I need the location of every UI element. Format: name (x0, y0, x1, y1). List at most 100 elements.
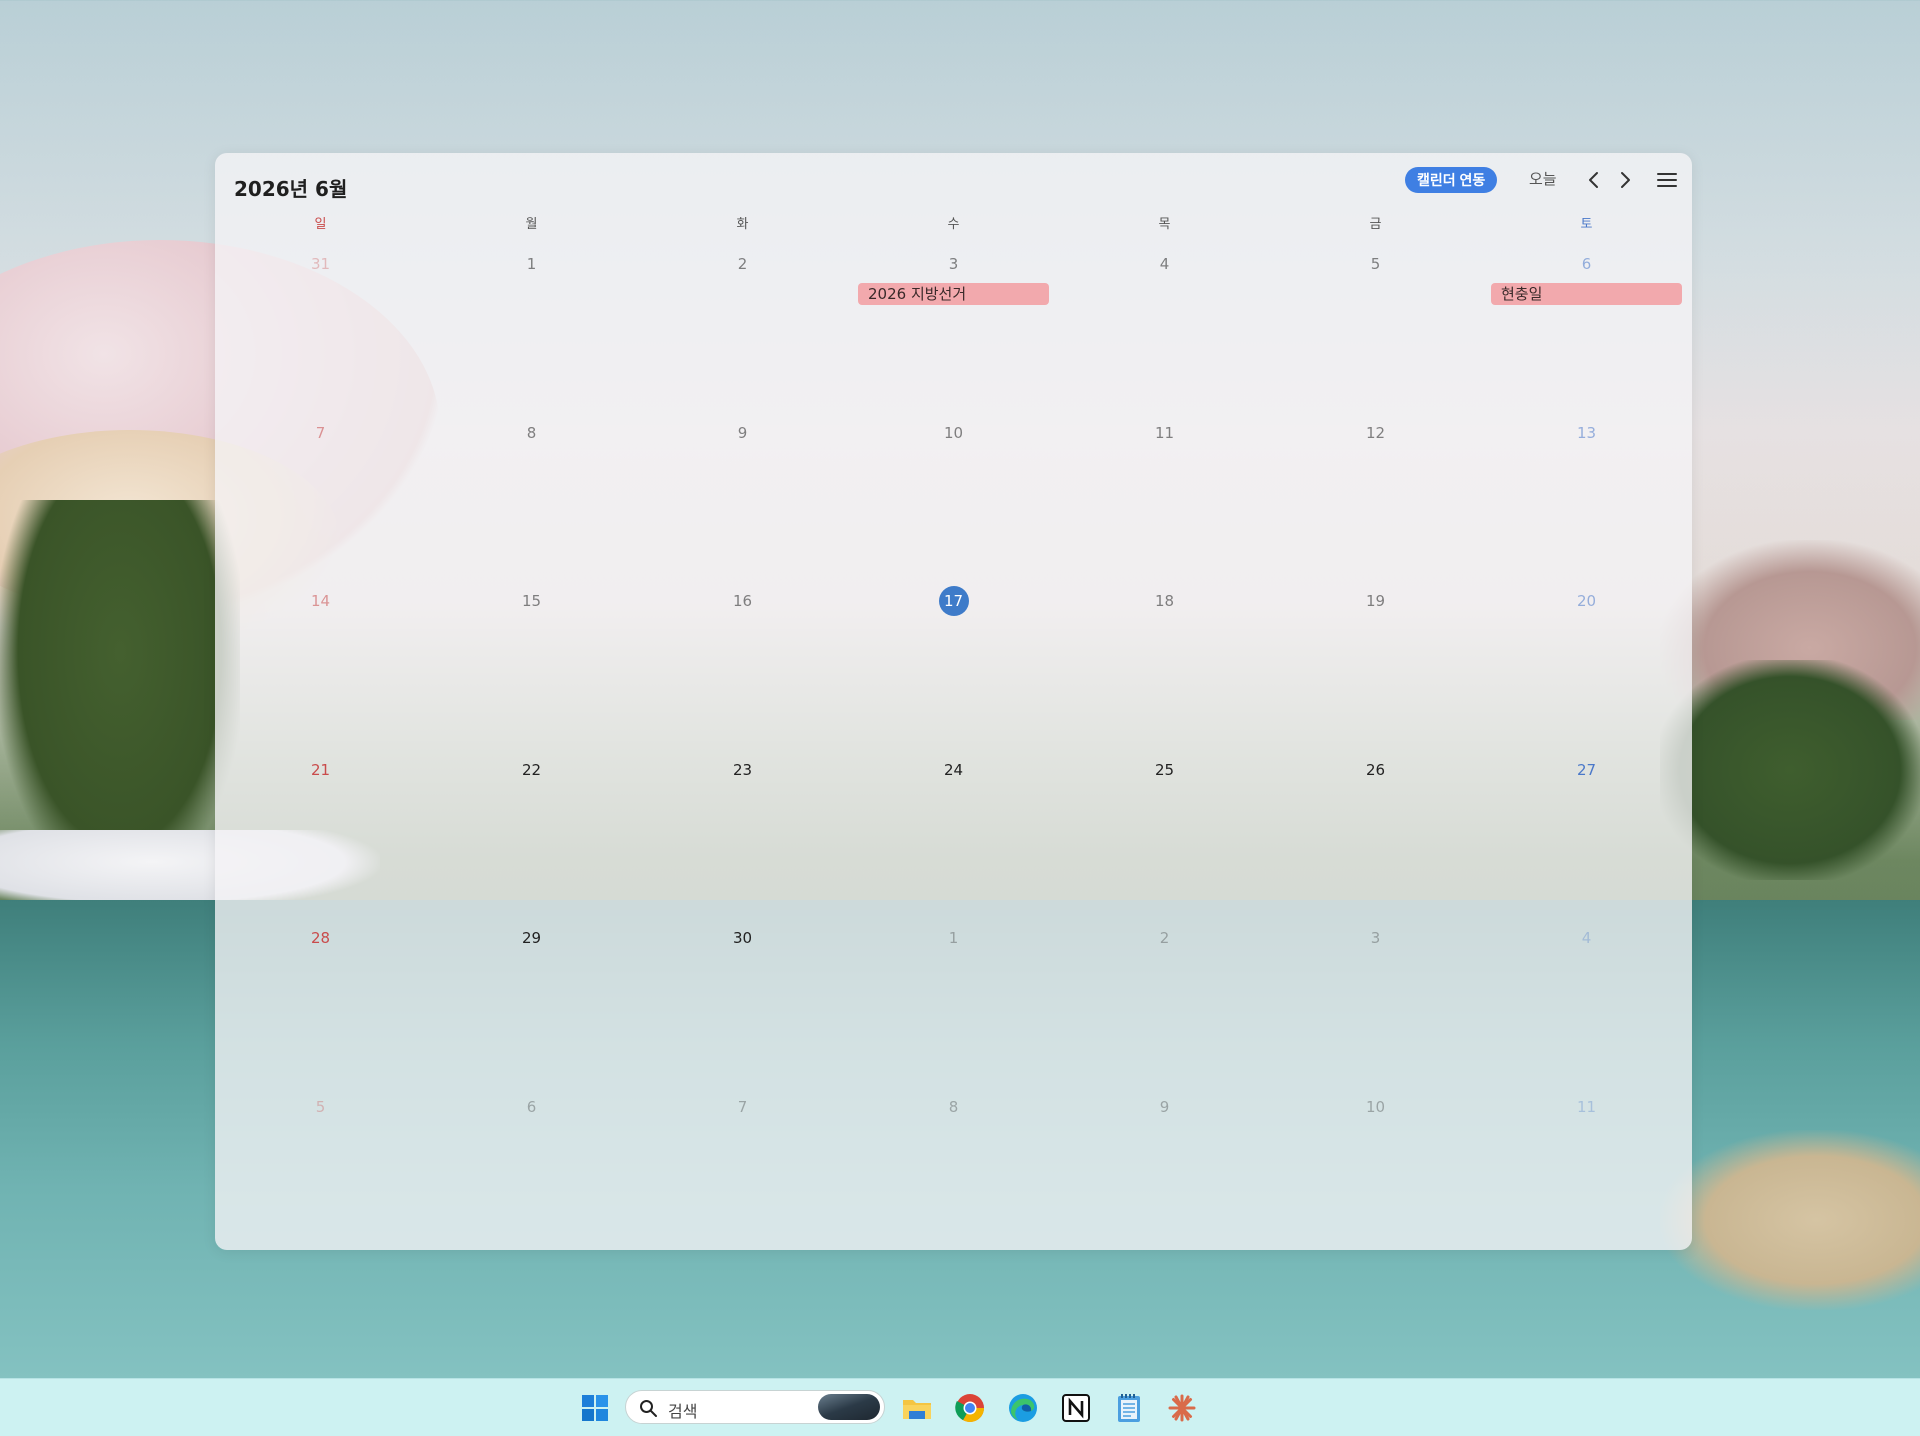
day-cell[interactable]: 15 (426, 586, 637, 755)
hamburger-menu-icon (1657, 173, 1677, 187)
day-number: 22 (521, 760, 542, 779)
day-cell[interactable]: 20 (1481, 586, 1692, 755)
calendar-header: 2026년 6월 캘린더 연동 오늘 (215, 153, 1692, 209)
day-number: 5 (1370, 255, 1381, 273)
month-title: 2026년 6월 (234, 177, 348, 201)
notion-button[interactable] (1059, 1391, 1093, 1425)
day-cell[interactable]: 4 (1481, 923, 1692, 1092)
taskbar: 검색 (0, 1378, 1920, 1436)
day-cell[interactable]: 7 (637, 1092, 848, 1251)
day-cell[interactable]: 10 (848, 418, 1059, 587)
day-cell[interactable]: 26 (1270, 755, 1481, 924)
day-number: 25 (1154, 760, 1175, 779)
day-cell[interactable]: 16 (637, 586, 848, 755)
calendar-event[interactable]: 2026 지방선거 (858, 283, 1049, 305)
day-cell[interactable]: 3 2026 지방선거 (848, 249, 1059, 418)
day-cell[interactable]: 10 (1270, 1092, 1481, 1251)
chrome-button[interactable] (953, 1391, 987, 1425)
day-number: 23 (732, 760, 753, 779)
day-number: 11 (1154, 423, 1175, 442)
notepad-button[interactable] (1112, 1391, 1146, 1425)
notepad-icon (1118, 1394, 1140, 1422)
day-cell[interactable]: 1 (848, 923, 1059, 1092)
chrome-icon (955, 1394, 984, 1422)
day-cell[interactable]: 13 (1481, 418, 1692, 587)
day-number: 1 (948, 929, 959, 947)
weekday-label: 일 (314, 217, 327, 232)
day-number: 15 (521, 592, 542, 610)
day-cell[interactable]: 6 현충일 (1481, 249, 1692, 418)
day-cell[interactable]: 2 (637, 249, 848, 418)
day-cell[interactable]: 9 (1059, 1092, 1270, 1251)
day-number: 9 (737, 423, 748, 442)
day-number: 4 (1159, 255, 1170, 273)
day-number: 2 (737, 255, 748, 273)
day-cell[interactable]: 19 (1270, 586, 1481, 755)
day-cell[interactable]: 5 (1270, 249, 1481, 418)
day-number: 3 (1370, 929, 1381, 947)
day-cell[interactable]: 8 (426, 418, 637, 587)
day-number: 31 (310, 255, 331, 273)
day-cell[interactable]: 29 (426, 923, 637, 1092)
day-number: 5 (315, 1097, 326, 1116)
day-number: 24 (943, 760, 964, 779)
weekday-label: 월 (525, 217, 538, 232)
day-number: 8 (948, 1097, 959, 1116)
day-cell[interactable]: 11 (1481, 1092, 1692, 1251)
weekday-header-row: 일월화수목금토 (215, 213, 1692, 233)
day-cell[interactable]: 31 (215, 249, 426, 418)
weekday-label: 목 (1158, 217, 1171, 232)
day-cell[interactable]: 24 (848, 755, 1059, 924)
day-cell[interactable]: 14 (215, 586, 426, 755)
day-cell[interactable]: 27 (1481, 755, 1692, 924)
day-number: 27 (1576, 760, 1597, 779)
next-month-button[interactable] (1612, 166, 1638, 194)
day-cell[interactable]: 18 (1059, 586, 1270, 755)
calendar-sync-button[interactable]: 캘린더 연동 (1405, 167, 1498, 193)
day-cell[interactable]: 9 (637, 418, 848, 587)
day-cell[interactable]: 21 (215, 755, 426, 924)
day-cell[interactable]: 4 (1059, 249, 1270, 418)
search-icon (640, 1400, 657, 1417)
today-button[interactable]: 오늘 (1525, 167, 1561, 193)
day-number: 6 (1581, 255, 1592, 273)
day-cell[interactable]: 5 (215, 1092, 426, 1251)
file-explorer-button[interactable] (900, 1391, 934, 1425)
taskbar-search-box[interactable]: 검색 (625, 1390, 885, 1424)
day-cell[interactable]: 11 (1059, 418, 1270, 587)
day-cell[interactable]: 8 (848, 1092, 1059, 1251)
calendar-event[interactable]: 현충일 (1491, 283, 1682, 305)
day-number: 29 (521, 929, 542, 947)
day-number: 26 (1365, 760, 1386, 779)
day-cell[interactable]: 7 (215, 418, 426, 587)
claude-button[interactable] (1165, 1391, 1199, 1425)
day-cell[interactable]: 30 (637, 923, 848, 1092)
day-cell-today[interactable]: 17 (848, 586, 1059, 755)
prev-month-button[interactable] (1581, 166, 1607, 194)
start-button[interactable] (580, 1393, 610, 1423)
day-number: 28 (310, 929, 331, 947)
day-number: 7 (315, 423, 326, 442)
day-cell[interactable]: 2 (1059, 923, 1270, 1092)
wallpaper-forest-right (1660, 660, 1920, 880)
claude-icon (1168, 1394, 1196, 1422)
day-number: 4 (1581, 929, 1592, 947)
day-cell[interactable]: 23 (637, 755, 848, 924)
day-cell[interactable]: 3 (1270, 923, 1481, 1092)
edge-button[interactable] (1006, 1391, 1040, 1425)
weekday-label: 화 (736, 217, 749, 232)
day-cell[interactable]: 12 (1270, 418, 1481, 587)
day-number: 11 (1576, 1097, 1597, 1116)
day-cell[interactable]: 25 (1059, 755, 1270, 924)
weekday-label: 금 (1369, 217, 1382, 232)
day-cell[interactable]: 22 (426, 755, 637, 924)
day-cell[interactable]: 28 (215, 923, 426, 1092)
notion-icon (1062, 1394, 1090, 1422)
day-cell[interactable]: 1 (426, 249, 637, 418)
menu-button[interactable] (1653, 166, 1681, 194)
day-cell[interactable]: 6 (426, 1092, 637, 1251)
week-row: 5 6 7 8 9 10 11 (215, 1092, 1692, 1251)
calendar-widget: 2026년 6월 캘린더 연동 오늘 일월화수목금토 31 1 2 3 2026 지방선… (215, 153, 1692, 1250)
day-number: 13 (1576, 423, 1597, 442)
day-number: 8 (526, 423, 537, 442)
